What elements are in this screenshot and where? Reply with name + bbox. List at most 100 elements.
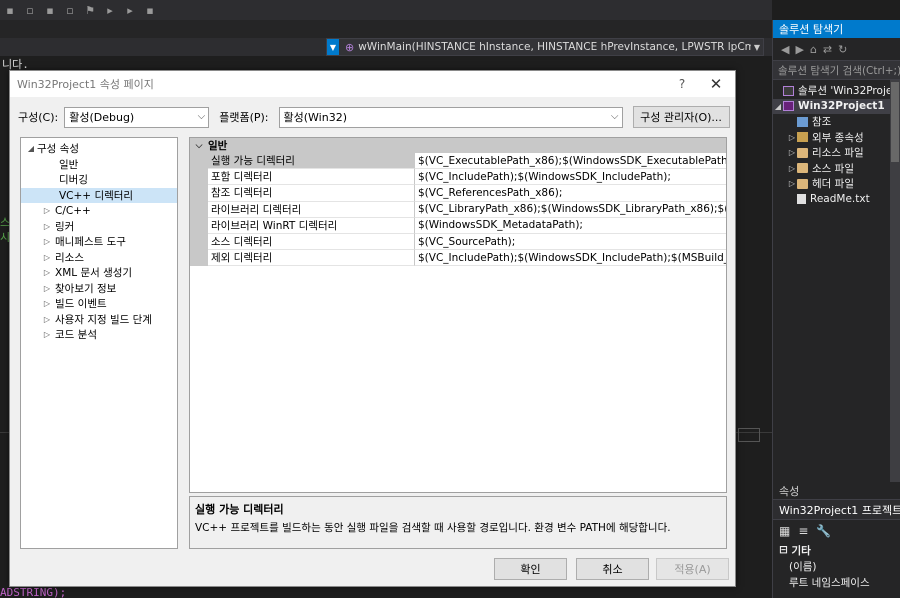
grid-row-exclude-dirs[interactable]: 제외 디렉터리 $(VC_IncludePath);$(WindowsSDK_I… [190, 250, 726, 267]
history-icon[interactable]: ↻ [838, 43, 847, 56]
tree-item-label: Win32Project1 [798, 100, 885, 113]
property-tree: ◢ 구성 속성 일반 디버깅 VC++ 디렉터리 ▷ C/C++ ▷ 링커 ▷ … [20, 137, 178, 549]
platform-select[interactable]: 활성(Win32) ⌵ [278, 106, 623, 128]
expand-toggle-icon[interactable]: ▷ [41, 268, 53, 277]
tree-item-readme[interactable]: ReadMe.txt [773, 192, 900, 208]
tree-item-header-files[interactable]: ▷ 헤더 파일 [773, 176, 900, 192]
tree-item-configuration-properties[interactable]: ◢ 구성 속성 [21, 141, 177, 157]
alphabetical-icon[interactable]: ≡ [798, 524, 808, 538]
property-value[interactable]: $(VC_LibraryPath_x86);$(WindowsSDK_Libra… [415, 202, 726, 218]
tree-item-cpp[interactable]: ▷ C/C++ [21, 203, 177, 219]
expand-toggle-icon[interactable]: ▷ [41, 315, 53, 324]
expand-toggle-icon[interactable]: ▷ [41, 253, 53, 262]
platform-label: 플랫폼(P): [219, 111, 269, 124]
expand-toggle-icon[interactable]: ▷ [41, 222, 53, 231]
collapse-icon[interactable]: ⊟ [779, 544, 791, 556]
tree-item-linker[interactable]: ▷ 링커 [21, 219, 177, 235]
grid-row-winrt-library-dirs[interactable]: 라이브러리 WinRT 디렉터리 $(WindowsSDK_MetadataPa… [190, 217, 726, 234]
toolbar-icon[interactable]: ▪ [144, 4, 156, 17]
ok-button[interactable]: 확인 [494, 558, 567, 580]
grid-category[interactable]: ⌵ 일반 [190, 138, 726, 153]
tree-item-resource-files[interactable]: ▷ 리소스 파일 [773, 145, 900, 161]
help-button[interactable]: ? [667, 77, 697, 91]
apply-button[interactable]: 적용(A) [656, 558, 729, 580]
properties-object-selector[interactable]: Win32Project1 프로젝트 [773, 500, 900, 520]
tree-item-source-files[interactable]: ▷ 소스 파일 [773, 161, 900, 177]
solution-search-input[interactable]: 솔루션 탐색기 검색(Ctrl+;) [773, 60, 900, 80]
toolbar-icon[interactable]: ▸ [124, 4, 136, 17]
property-value[interactable]: $(VC_ExecutablePath_x86);$(WindowsSDK_Ex… [415, 153, 726, 170]
property-value[interactable]: $(VC_IncludePath);$(WindowsSDK_IncludePa… [415, 250, 726, 267]
expand-toggle-icon[interactable]: ▷ [41, 237, 53, 246]
bookmark-icon[interactable]: ⚑ [84, 4, 96, 17]
grid-row-reference-dirs[interactable]: 참조 디렉터리 $(VC_ReferencesPath_x86); [190, 185, 726, 202]
chevron-down-icon[interactable]: ▼ [751, 43, 763, 52]
grid-row-executable-dirs[interactable]: 실행 가능 디렉터리 $(VC_ExecutablePath_x86);$(Wi… [190, 153, 726, 170]
expand-toggle-icon[interactable]: ▷ [787, 179, 797, 188]
sync-icon[interactable]: ⇄ [823, 43, 832, 56]
property-value[interactable]: $(VC_IncludePath);$(WindowsSDK_IncludePa… [415, 169, 726, 186]
expand-toggle-icon[interactable]: ▷ [787, 164, 797, 173]
expand-toggle-icon[interactable]: ◢ [25, 144, 37, 153]
back-icon[interactable]: ◀ [781, 43, 789, 56]
property-row[interactable]: (이름) [773, 558, 900, 574]
property-grid: ⌵ 일반 실행 가능 디렉터리 $(VC_ExecutablePath_x86)… [189, 137, 727, 493]
configuration-select[interactable]: 활성(Debug) ⌵ [64, 106, 210, 128]
chevron-down-icon[interactable]: ⌵ [198, 111, 206, 122]
grid-row-include-dirs[interactable]: 포함 디렉터리 $(VC_IncludePath);$(WindowsSDK_I… [190, 169, 726, 186]
tree-item-manifest-tool[interactable]: ▷ 매니페스트 도구 [21, 234, 177, 250]
tree-item-browse-information[interactable]: ▷ 찾아보기 정보 [21, 281, 177, 297]
tree-item-general[interactable]: 일반 [21, 157, 177, 173]
toolbar-icon[interactable]: ▫ [64, 4, 76, 17]
properties-category[interactable]: ⊟ 기타 [773, 542, 900, 558]
tree-item-custom-build-step[interactable]: ▷ 사용자 지정 빌드 단계 [21, 312, 177, 328]
configuration-manager-button[interactable]: 구성 관리자(O)... [632, 106, 730, 128]
tree-item-vc-directories[interactable]: VC++ 디렉터리 [21, 187, 177, 203]
tree-item-label: 소스 파일 [812, 162, 854, 175]
property-value[interactable]: $(VC_ReferencesPath_x86); [415, 185, 726, 202]
tree-item-references[interactable]: 참조 [773, 114, 900, 130]
tree-item-solution[interactable]: 솔루션 'Win32Project1' [773, 83, 900, 99]
toolbar-icon[interactable]: ▫ [24, 4, 36, 17]
toolbar-icon[interactable]: ▪ [4, 4, 16, 17]
property-value[interactable]: $(WindowsSDK_MetadataPath); [415, 218, 726, 234]
expand-toggle-icon[interactable]: ▷ [41, 206, 53, 215]
tree-item-external-deps[interactable]: ▷ 외부 종속성 [773, 130, 900, 146]
scrollbar-thumb[interactable] [891, 82, 899, 162]
collapse-icon[interactable]: ⌵ [190, 141, 208, 151]
grid-row-source-dirs[interactable]: 소스 디렉터리 $(VC_SourcePath); [190, 233, 726, 251]
dropdown-arrow-icon[interactable]: ▼ [327, 39, 339, 55]
home-icon[interactable]: ⌂ [810, 43, 817, 56]
expand-toggle-icon[interactable]: ▷ [41, 299, 53, 308]
tree-item-resources[interactable]: ▷ 리소스 [21, 250, 177, 266]
folder-icon [797, 163, 808, 174]
code-fragment: ADSTRING); [0, 586, 67, 598]
tree-item-project[interactable]: ◢ Win32Project1 [773, 98, 900, 114]
forward-icon[interactable]: ▶ [795, 43, 803, 56]
tree-item-xml-document-generator[interactable]: ▷ XML 문서 생성기 [21, 265, 177, 281]
solution-tree: 솔루션 'Win32Project1' ◢ Win32Project1 참조 ▷… [773, 80, 900, 207]
property-value[interactable]: $(VC_SourcePath); [415, 234, 726, 251]
categorized-icon[interactable]: ▦ [779, 524, 790, 538]
property-row[interactable]: 루트 네임스페이스 [773, 574, 900, 590]
chevron-down-icon[interactable]: ⌵ [611, 111, 619, 122]
grid-row-library-dirs[interactable]: 라이브러리 디렉터리 $(VC_LibraryPath_x86);$(Windo… [190, 201, 726, 218]
expand-toggle-icon[interactable]: ▷ [787, 133, 797, 142]
toolbar-icon[interactable]: ▸ [104, 4, 116, 17]
solution-explorer-toolbar: ◀ ▶ ⌂ ⇄ ↻ [773, 38, 900, 60]
function-dropdown[interactable]: ▼ ⊕ wWinMain(HINSTANCE hInstance, HINSTA… [326, 38, 764, 56]
expand-toggle-icon[interactable]: ▷ [41, 330, 53, 339]
expand-toggle-icon[interactable]: ▷ [41, 284, 53, 293]
tree-item-code-analysis[interactable]: ▷ 코드 분석 [21, 327, 177, 343]
tree-item-label: 외부 종속성 [812, 131, 864, 144]
expand-toggle-icon[interactable]: ▷ [787, 148, 797, 157]
tree-item-build-events[interactable]: ▷ 빌드 이벤트 [21, 296, 177, 312]
close-button[interactable]: ✕ [697, 75, 735, 93]
tree-item-debugging[interactable]: 디버깅 [21, 172, 177, 188]
cancel-button[interactable]: 취소 [576, 558, 649, 580]
toolbar-icon[interactable]: ▪ [44, 4, 56, 17]
properties-title: 속성 [773, 482, 900, 500]
wrench-icon[interactable]: 🔧 [816, 524, 831, 538]
tree-item-label: 헤더 파일 [812, 178, 854, 191]
expand-toggle-icon[interactable]: ◢ [773, 102, 783, 111]
